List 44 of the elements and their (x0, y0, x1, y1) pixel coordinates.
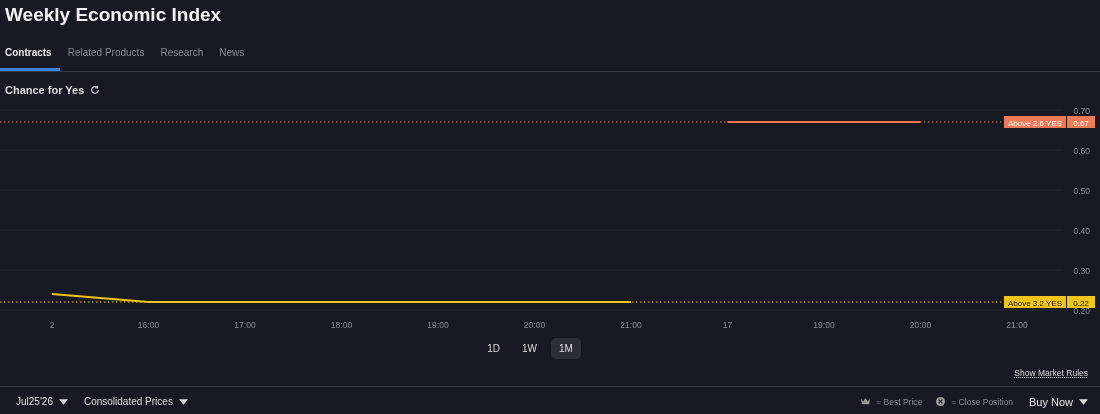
x-tick-label: 16:00 (137, 320, 160, 330)
legend-text: = Best Price (876, 396, 923, 407)
x-tick-label: 20:00 (909, 320, 932, 330)
caret-icon[interactable] (178, 398, 188, 405)
legend-text: = Close Position (951, 396, 1013, 407)
ref-line-label: 0.67 (1073, 118, 1090, 128)
y-tick-label: 0.70 (1073, 106, 1090, 116)
caret-icon[interactable] (58, 398, 68, 405)
y-tick-label: 0.50 (1073, 186, 1090, 196)
date-dropdown[interactable]: Jul25'26 (16, 396, 53, 407)
x-tick-label: 17 (722, 320, 733, 330)
x-tick-label: 20:00 (523, 320, 546, 330)
y-tick-label: 0.30 (1073, 266, 1090, 276)
range-button[interactable]: 1W (513, 338, 545, 359)
refresh-icon[interactable] (90, 85, 101, 95)
tab[interactable]: Related Products (59, 37, 153, 71)
tab[interactable]: News (211, 37, 253, 71)
x-tick-label: 21:00 (620, 320, 642, 330)
crown-icon (861, 397, 871, 406)
value-label: 0.22 (1067, 296, 1095, 308)
x-tick-label: 17:00 (234, 320, 256, 330)
x-tick-label: 2 (49, 320, 55, 330)
close-circle-icon (936, 397, 946, 406)
x-tick-label: 18:00 (330, 320, 353, 330)
ref-line-label: 0.22 (1073, 298, 1090, 308)
x-tick-label: 21:00 (1006, 320, 1028, 330)
tab[interactable]: Contracts (0, 37, 60, 71)
y-tick-label: 0.60 (1073, 146, 1090, 156)
tab[interactable]: Research (152, 37, 212, 71)
market-rules-link[interactable]: Show Market Rules (1014, 368, 1088, 382)
caret-icon[interactable] (1079, 398, 1088, 405)
range-button[interactable]: 1D (479, 338, 508, 359)
prices-dropdown[interactable]: Consolidated Prices (83, 396, 173, 407)
legend-label: Above 2.6 YES (1004, 116, 1066, 128)
y-tick-label: 0.20 (1073, 306, 1090, 316)
page-title: Weekly Economic Index (4, 3, 223, 27)
x-tick-label: 19:00 (813, 320, 835, 330)
y-tick-label: 0.40 (1073, 226, 1090, 236)
buy-now-dropdown[interactable]: Buy Now (1028, 395, 1073, 408)
chart-title: Chance for Yes (5, 84, 85, 96)
x-tick-label: 19:00 (427, 320, 449, 330)
range-button[interactable]: 1M (550, 338, 581, 359)
value-label: 0.67 (1067, 116, 1095, 128)
legend-label: Above 3.2 YES (1004, 296, 1066, 308)
